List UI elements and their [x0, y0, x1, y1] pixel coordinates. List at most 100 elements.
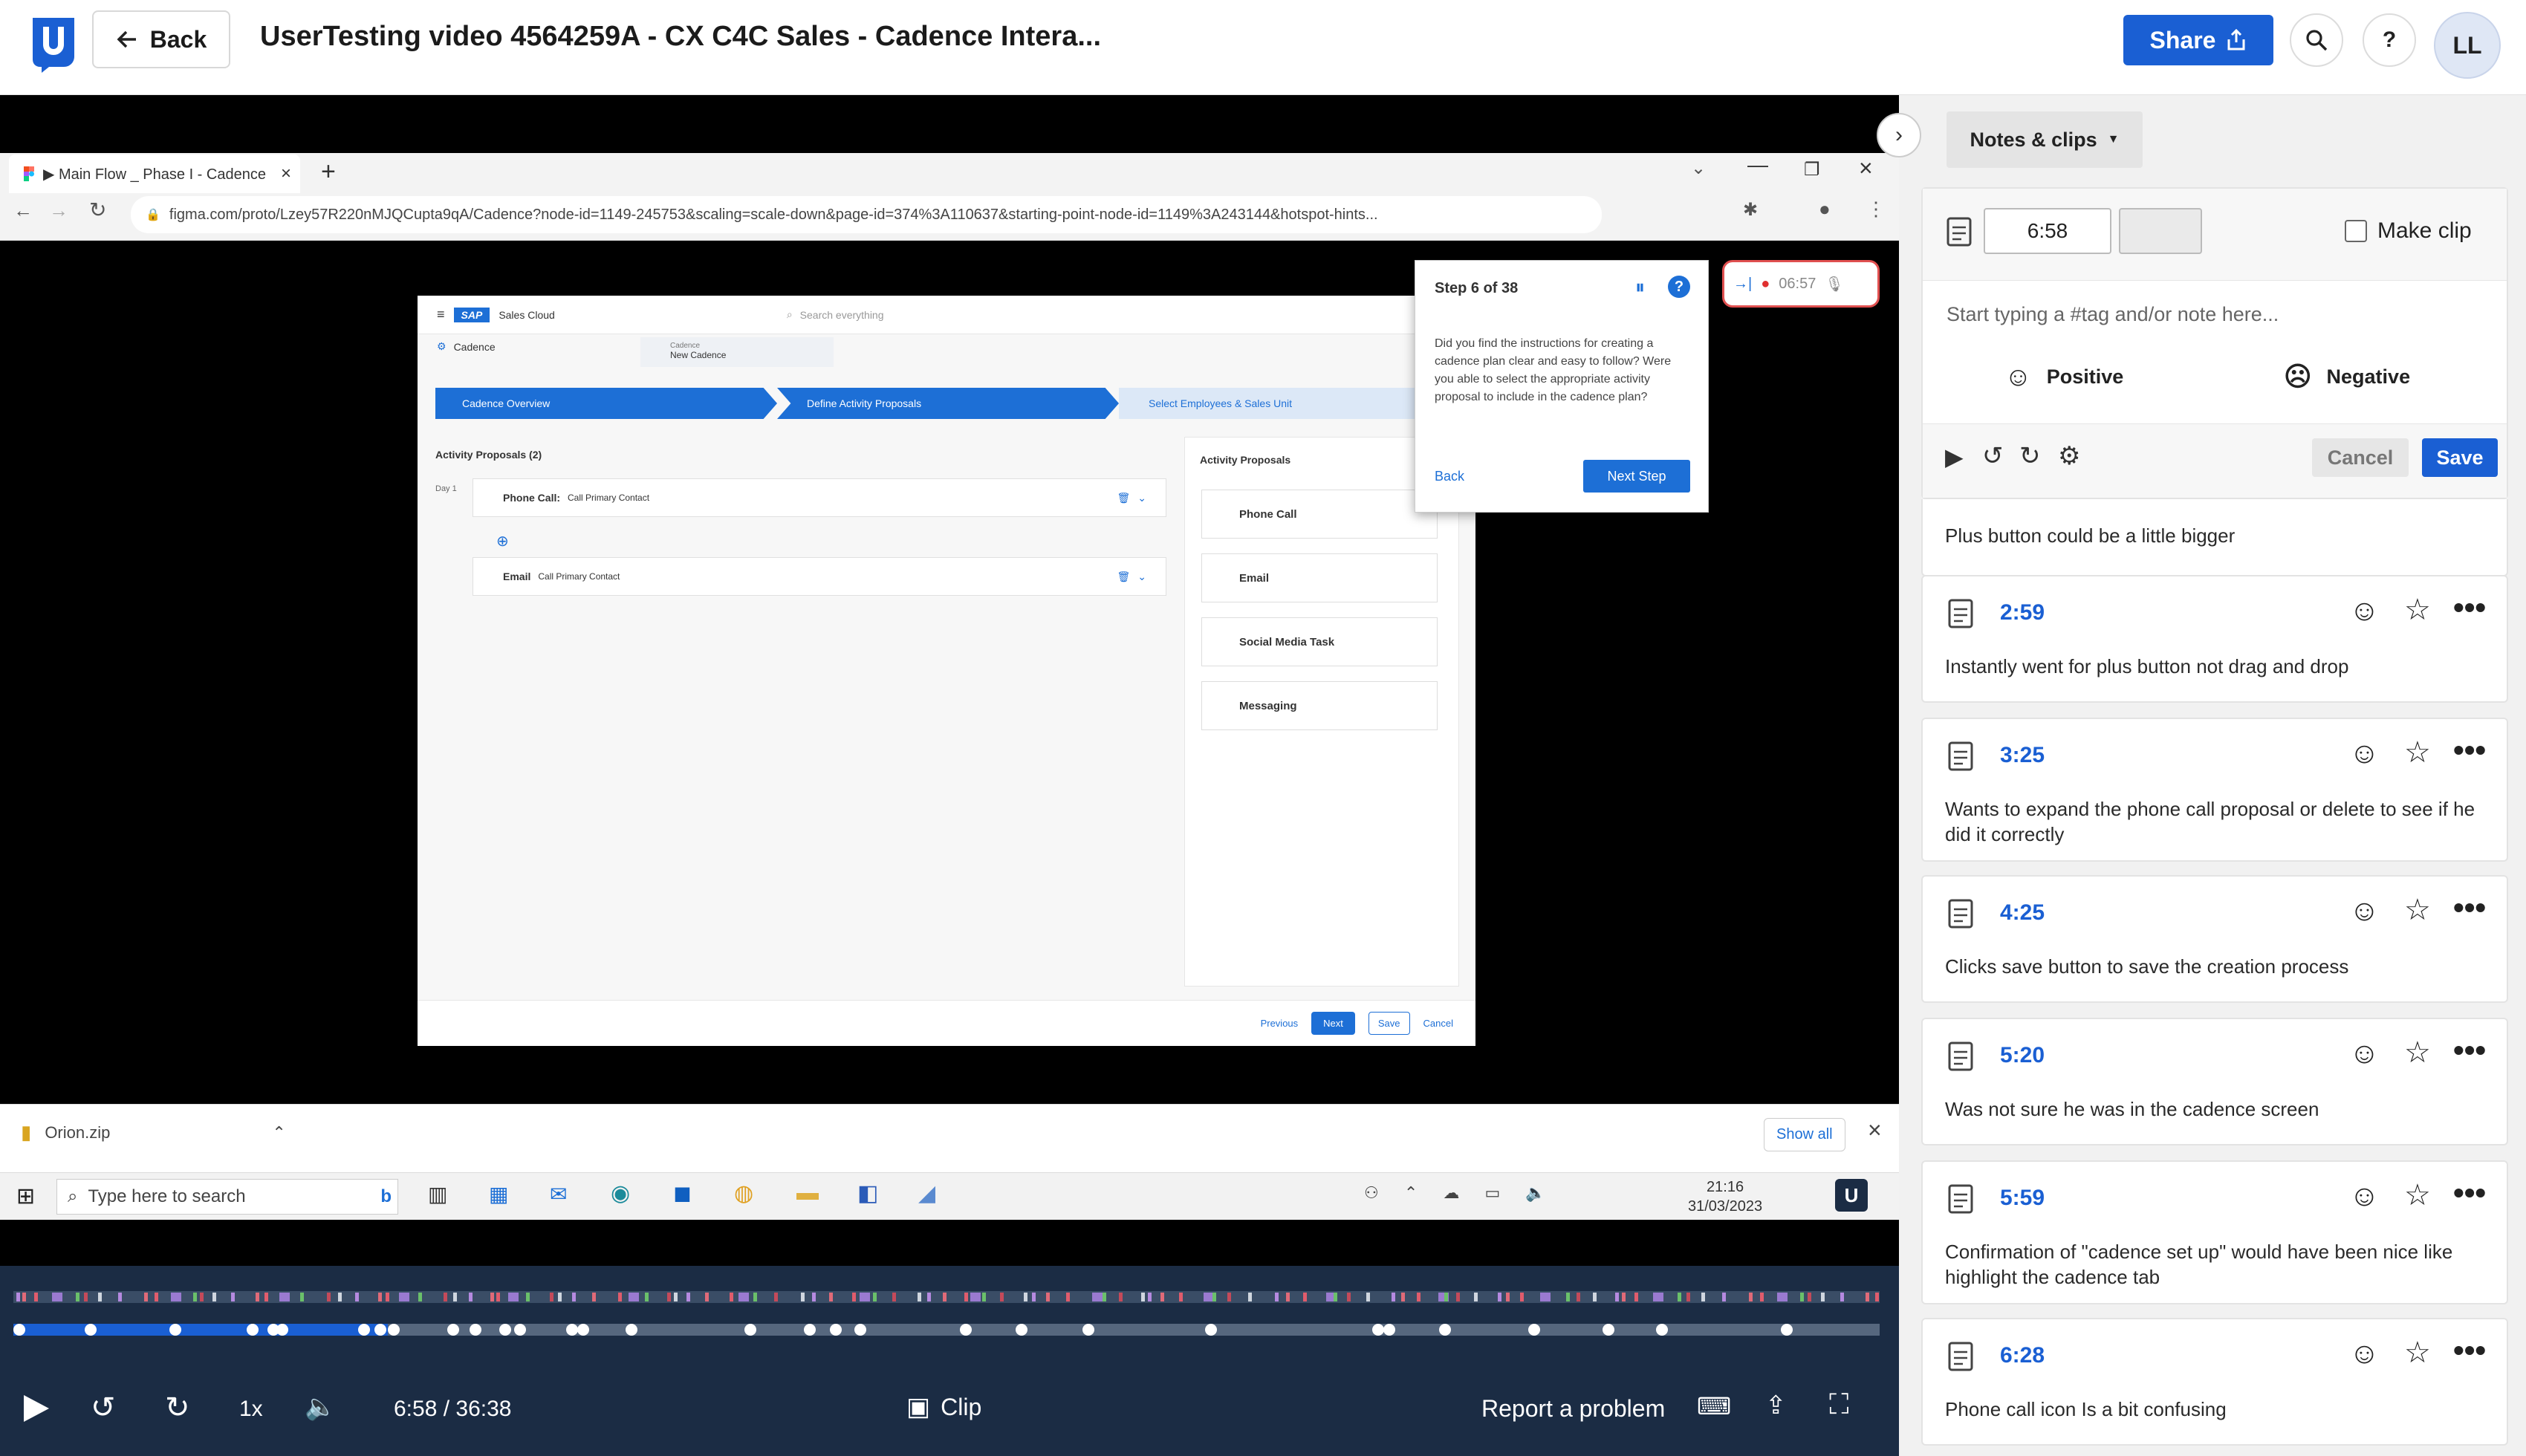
star-icon[interactable]: ☆ [2404, 593, 2431, 627]
delete-icon[interactable]: 🗑 [1117, 492, 1130, 504]
share-icon[interactable]: ⇪ [1765, 1391, 1787, 1420]
search-button[interactable] [2290, 13, 2343, 67]
note-card[interactable]: 2:59 ☺ ☆ ••• Instantly went for plus but… [1921, 575, 2508, 703]
captions-icon[interactable]: ⌨ [1697, 1392, 1731, 1420]
note-marker[interactable] [358, 1324, 370, 1336]
browser-tab[interactable]: ▶ Main Flow _ Phase I - Cadence × [9, 155, 300, 193]
app-icon[interactable]: ◢ [918, 1180, 935, 1206]
speed-button[interactable]: 1x [239, 1397, 263, 1422]
usertesting-logo[interactable] [30, 16, 77, 73]
note-marker[interactable] [577, 1324, 589, 1336]
note-marker[interactable] [1383, 1324, 1395, 1336]
step-2[interactable]: Define Activity Proposals [777, 388, 1119, 419]
explorer-icon[interactable]: ▬ [796, 1180, 819, 1206]
note-marker[interactable] [1082, 1324, 1094, 1336]
play-clip-icon[interactable]: ▶ [1945, 443, 1964, 471]
note-card[interactable]: 4:25 ☺ ☆ ••• Clicks save button to save … [1921, 875, 2508, 1003]
note-marker[interactable] [470, 1324, 481, 1336]
expand-icon[interactable]: ⌄ [1137, 492, 1146, 504]
address-bar[interactable]: 🔒 figma.com/proto/Lzey57R220nMJQCupta9qA… [131, 196, 1602, 233]
note-marker[interactable] [169, 1324, 181, 1336]
word-icon[interactable]: ◧ [857, 1180, 878, 1206]
close-tab-icon[interactable]: × [281, 163, 291, 184]
rewind-5-icon[interactable]: ↺ [91, 1391, 116, 1425]
note-marker[interactable] [374, 1324, 386, 1336]
edge-icon[interactable]: ◉ [611, 1180, 630, 1206]
note-card[interactable]: 3:25 ☺ ☆ ••• Wants to expand the phone c… [1921, 718, 2508, 862]
close-downloads-icon[interactable]: × [1868, 1117, 1882, 1144]
note-marker[interactable] [499, 1324, 511, 1336]
note-marker[interactable] [1603, 1324, 1614, 1336]
note-timestamp[interactable]: 5:59 [2000, 1186, 2045, 1211]
download-item[interactable]: ▮ Orion.zip ⌃ [21, 1121, 286, 1144]
more-icon[interactable]: ••• [2453, 890, 2486, 926]
chevron-up-icon[interactable]: ⌃ [272, 1123, 285, 1143]
note-timestamp[interactable]: 3:25 [2000, 743, 2045, 768]
clip-end-input[interactable] [2119, 208, 2202, 254]
note-marker[interactable] [1439, 1324, 1451, 1336]
note-marker[interactable] [1205, 1324, 1217, 1336]
mail-icon[interactable]: ✉ [550, 1182, 567, 1206]
popup-back-button[interactable]: Back [1435, 469, 1464, 484]
note-marker[interactable] [514, 1324, 526, 1336]
star-icon[interactable]: ☆ [2404, 735, 2431, 770]
note-marker[interactable] [1016, 1324, 1027, 1336]
note-timestamp[interactable]: 6:28 [2000, 1343, 2045, 1368]
note-card[interactable]: 6:28 ☺ ☆ ••• Phone call icon Is a bit co… [1921, 1318, 2508, 1446]
chrome-icon[interactable]: ◍ [734, 1180, 753, 1206]
help-icon[interactable]: ? [1668, 276, 1690, 298]
video-player[interactable]: ▶ Main Flow _ Phase I - Cadence × + — ❐ … [0, 95, 1899, 1266]
more-icon[interactable]: ••• [2453, 732, 2486, 768]
expand-icon[interactable]: ⌄ [1137, 571, 1146, 583]
store-icon[interactable]: ▦ [489, 1182, 508, 1206]
outlook-icon[interactable]: ◼ [673, 1180, 692, 1206]
proposal-phone-call[interactable]: Phone Call: Call Primary Contact 🗑 ⌄ [473, 478, 1166, 517]
note-marker[interactable] [247, 1324, 259, 1336]
note-marker[interactable] [854, 1324, 866, 1336]
chevron-down-icon[interactable]: ⌄ [1691, 157, 1706, 179]
make-clip-toggle[interactable]: Make clip [2345, 218, 2472, 244]
profile-icon[interactable]: ● [1819, 198, 1831, 221]
react-icon[interactable]: ☺ [2349, 1180, 2380, 1213]
forward-5-icon[interactable]: ↻ [165, 1391, 190, 1425]
note-marker[interactable] [1781, 1324, 1793, 1336]
next-step-button[interactable]: Next Step [1583, 460, 1690, 493]
proposal-email[interactable]: Email Call Primary Contact 🗑 ⌄ [473, 557, 1166, 596]
fullscreen-icon[interactable]: ⛶ [1829, 1389, 1849, 1421]
settings-icon[interactable]: ⚙ [2058, 441, 2080, 471]
next-button[interactable]: Next [1311, 1012, 1355, 1035]
make-clip-checkbox[interactable] [2345, 220, 2367, 242]
extensions-icon[interactable]: ✱ [1743, 199, 1758, 221]
note-marker[interactable] [1372, 1324, 1384, 1336]
note-marker[interactable] [276, 1324, 288, 1336]
minimize-icon[interactable]: — [1747, 153, 1768, 177]
note-input[interactable]: Start typing a #tag and/or note here... [1947, 303, 2279, 326]
star-icon[interactable]: ☆ [2404, 1336, 2431, 1370]
forward-icon[interactable]: ↻ [2019, 441, 2041, 471]
note-marker[interactable] [566, 1324, 578, 1336]
maximize-icon[interactable]: ❐ [1804, 159, 1820, 181]
note-marker[interactable] [626, 1324, 637, 1336]
delete-icon[interactable]: 🗑 [1117, 571, 1130, 583]
option-email[interactable]: Email [1201, 553, 1438, 602]
breadcrumb-new-cadence[interactable]: Cadence New Cadence [640, 337, 834, 367]
step-3[interactable]: Select Employees & Sales Unit [1119, 388, 1461, 419]
usertesting-tray-icon[interactable]: U [1835, 1179, 1868, 1212]
pause-icon[interactable]: ⏸ [1635, 276, 1645, 299]
timeline[interactable] [0, 1266, 1899, 1348]
note-marker[interactable] [1656, 1324, 1668, 1336]
step-1[interactable]: Cadence Overview [435, 388, 777, 419]
save-button[interactable]: Save [1368, 1012, 1410, 1035]
help-button[interactable]: ? [2363, 13, 2416, 67]
react-icon[interactable]: ☺ [2349, 1037, 2380, 1070]
cancel-button[interactable]: Cancel [1423, 1018, 1453, 1029]
note-marker[interactable] [13, 1324, 25, 1336]
clip-button[interactable]: ▣ Clip [906, 1392, 981, 1422]
add-proposal-icon[interactable]: ⊕ [496, 532, 509, 550]
collapse-icon[interactable]: →| [1733, 276, 1752, 293]
react-icon[interactable]: ☺ [2349, 894, 2380, 928]
more-icon[interactable]: ••• [2453, 590, 2486, 625]
nav-forward-icon[interactable]: → [49, 199, 68, 222]
note-time-input[interactable] [1984, 208, 2111, 254]
tray-icons[interactable]: ⚇ ⌃ ☁ ▭ 🔈 [1364, 1183, 1556, 1203]
